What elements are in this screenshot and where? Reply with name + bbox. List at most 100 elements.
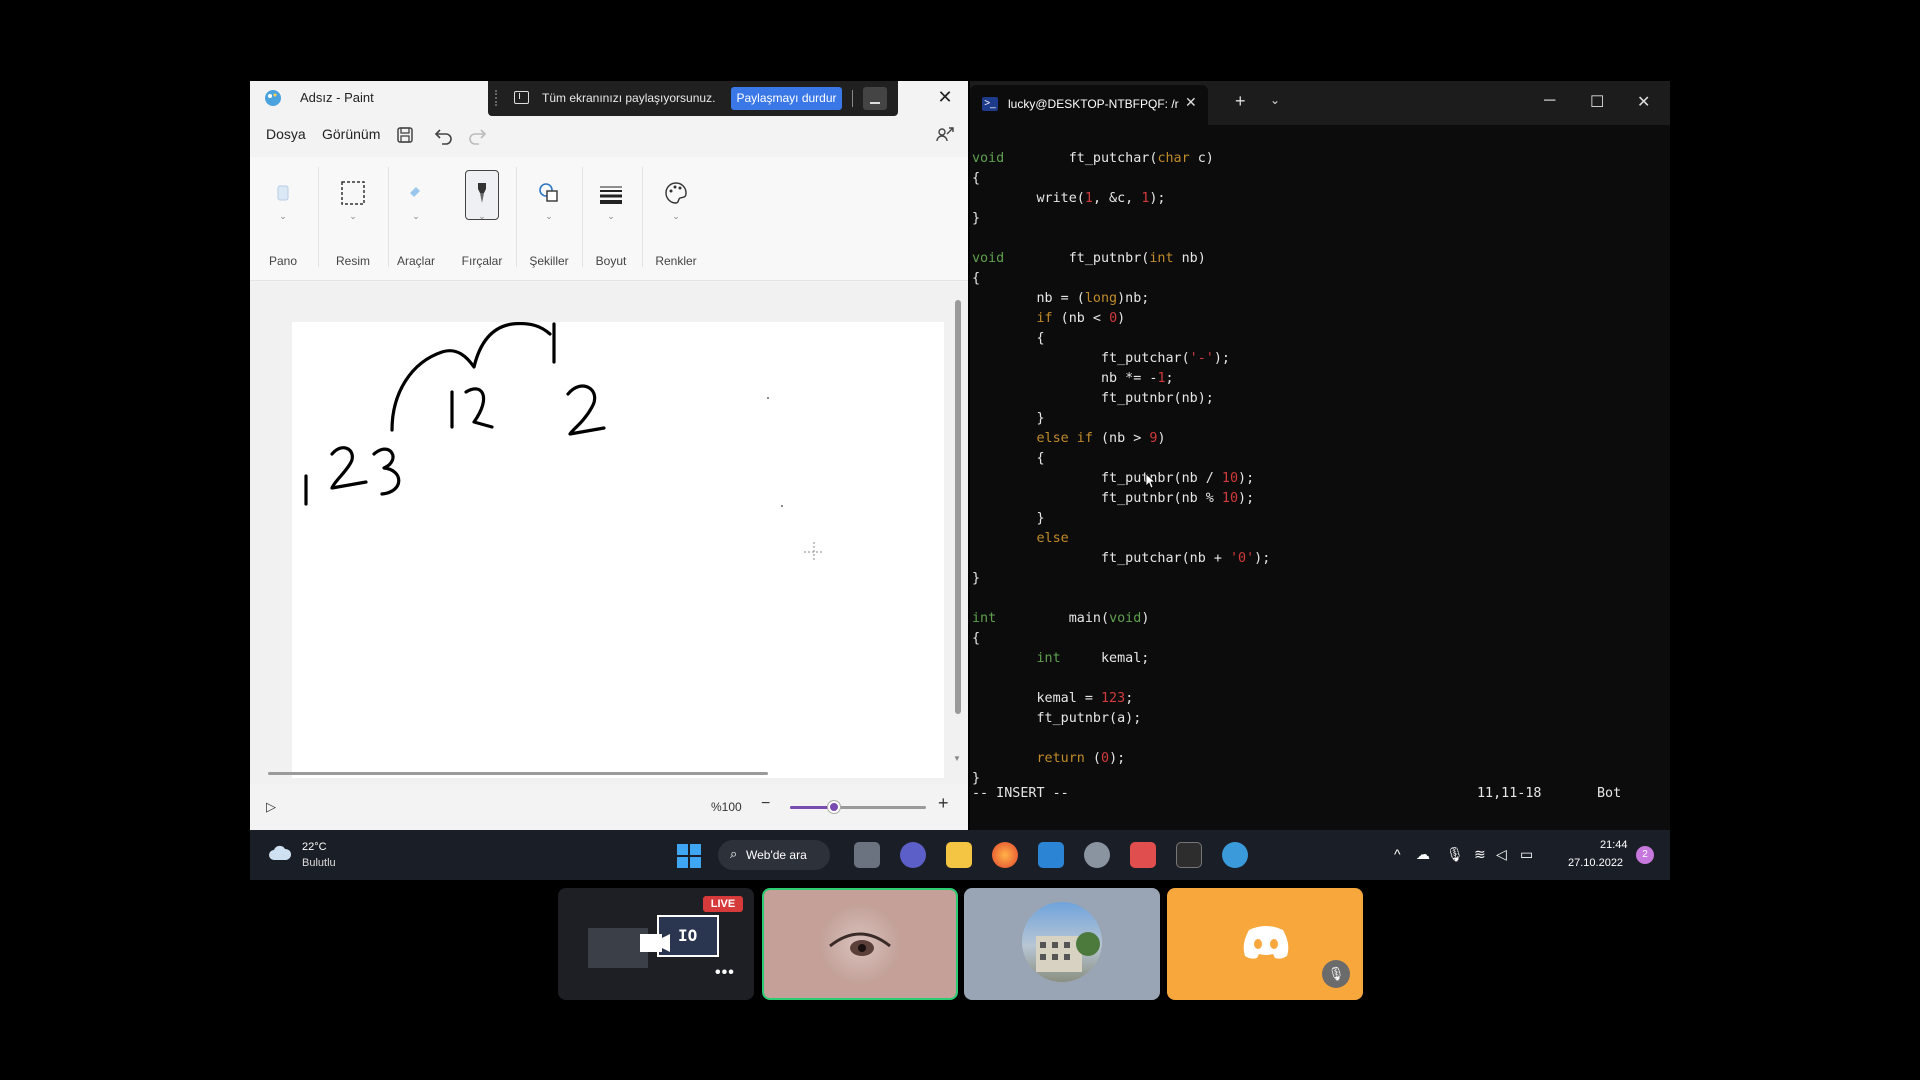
ribbon-image[interactable]: ⌄ Resim [323, 157, 383, 281]
zoom-slider[interactable] [790, 801, 926, 813]
code-token: ) [1141, 611, 1150, 626]
ribbon-brushes[interactable]: ⌄ Fırçalar [452, 157, 512, 281]
code-token: kemal = [972, 691, 1101, 706]
settings-icon[interactable] [1084, 842, 1110, 868]
paint-taskbar-icon[interactable] [1222, 842, 1248, 868]
close-button[interactable]: ✕ [1637, 92, 1650, 112]
undo-icon[interactable] [433, 124, 455, 146]
zoom-level[interactable]: %100 [711, 800, 742, 814]
code-token: long [1084, 291, 1118, 306]
maximize-button[interactable]: ☐ [1590, 92, 1604, 112]
code-token: '0' [1229, 551, 1255, 566]
microphone-icon[interactable]: 🎙 [1446, 846, 1464, 863]
clock-time[interactable]: 21:44 [1600, 839, 1628, 851]
paint-statusbar: ▷ %100 − + [250, 784, 968, 830]
start-button[interactable] [677, 844, 701, 868]
ribbon-label: Şekiller [529, 254, 569, 268]
file-explorer-icon[interactable] [946, 842, 972, 868]
store-icon[interactable] [1038, 842, 1064, 868]
terminal-tab[interactable]: >_ lucky@DESKTOP-NTBFPQF: /r ✕ [970, 85, 1208, 125]
code-token: ; [1165, 371, 1174, 386]
snipping-tool-icon[interactable] [1130, 842, 1156, 868]
code-token: ) [1117, 311, 1126, 326]
menu-file[interactable]: Dosya [266, 126, 306, 142]
zoom-slider-thumb[interactable] [827, 801, 840, 813]
speaker-muted-icon[interactable]: ◁ [1496, 846, 1507, 863]
terminal-tabbar: >_ lucky@DESKTOP-NTBFPQF: /r ✕ + ⌄ ─ ☐ ✕ [970, 81, 1670, 125]
ribbon-clipboard[interactable]: ⌄ Pano [253, 157, 313, 281]
drag-grip-icon[interactable] [495, 90, 498, 106]
redo-icon[interactable] [466, 124, 488, 146]
tab-close-icon[interactable]: ✕ [1185, 94, 1197, 111]
scroll-position: Bot [1597, 786, 1622, 801]
code-token: 10 [1221, 471, 1239, 486]
paint-window: Adsız - Paint ✕ Tüm ekranınızı paylaşıyo… [250, 81, 968, 830]
more-options-icon[interactable]: ••• [715, 964, 735, 982]
share-icon[interactable] [934, 124, 956, 146]
chevron-up-icon[interactable]: ^ [1394, 846, 1401, 862]
avatar [1022, 902, 1102, 982]
code-token: ft_putchar(nb + [972, 551, 1230, 566]
battery-icon[interactable]: ▭ [1520, 846, 1533, 863]
code-token: else [1036, 531, 1069, 546]
paint-close-button[interactable]: ✕ [933, 85, 957, 109]
code-line: { [972, 169, 1662, 189]
scroll-down-icon[interactable]: ▼ [953, 754, 961, 763]
notification-badge[interactable]: 2 [1636, 846, 1654, 864]
code-line: } [972, 409, 1662, 429]
code-editor[interactable]: void ft_putchar(char c){ write(1, &c, 1)… [972, 149, 1662, 789]
wifi-icon[interactable]: ≋ [1474, 846, 1486, 863]
task-view-icon[interactable] [854, 842, 880, 868]
ribbon-size[interactable]: ⌄ Boyut [581, 157, 641, 281]
firefox-icon[interactable] [992, 842, 1018, 868]
code-token: ft_putchar( [972, 351, 1190, 366]
canvas-area: ▼ [250, 282, 968, 784]
zoom-in-button[interactable]: + [938, 793, 949, 814]
clock-date[interactable]: 27.10.2022 [1568, 857, 1623, 869]
code-line: } [972, 209, 1662, 229]
horizontal-scrollbar[interactable] [268, 772, 768, 775]
drawing-canvas[interactable] [292, 321, 944, 778]
menu-view[interactable]: Görünüm [322, 126, 380, 142]
ribbon-shapes[interactable]: ⌄ Şekiller [519, 157, 579, 281]
ribbon-colors[interactable]: ⌄ Renkler [646, 157, 706, 281]
tools-icon [410, 187, 420, 197]
stream-tile[interactable]: IO LIVE ••• [558, 888, 754, 1000]
save-icon[interactable] [394, 124, 416, 146]
code-line: int kemal; [972, 649, 1662, 669]
onedrive-icon[interactable]: ☁ [1416, 846, 1430, 863]
eye-image [829, 932, 891, 956]
weather-condition[interactable]: Bulutlu [302, 857, 336, 869]
chevron-down-icon[interactable]: ⌄ [1270, 93, 1280, 107]
code-token: (nb < [1052, 311, 1110, 326]
stop-sharing-button[interactable]: Paylaşmayı durdur [731, 87, 842, 110]
ribbon-tools[interactable]: ⌄ Araçlar [386, 157, 446, 281]
weather-temperature[interactable]: 22°C [302, 841, 327, 853]
chevron-down-icon: ⌄ [545, 211, 553, 221]
discord-icon [1243, 926, 1289, 959]
ribbon-label: Resim [335, 254, 370, 268]
taskbar-search[interactable]: ⌕ Web'de ara [718, 840, 830, 870]
code-token: ft_putnbr(a); [972, 711, 1142, 726]
taskbar: 22°C Bulutlu ⌕ Web'de ara ^ ☁ 🎙 ≋ ◁ ▭ 21… [250, 830, 1670, 880]
select-icon [341, 181, 365, 205]
cloud-icon[interactable] [268, 845, 292, 861]
share-bar-minimize-button[interactable] [863, 87, 887, 110]
vertical-scrollbar[interactable] [955, 300, 961, 714]
participant-tile[interactable] [762, 888, 958, 1000]
minimize-button[interactable]: ─ [1544, 92, 1555, 110]
new-tab-button[interactable]: + [1235, 91, 1246, 112]
code-token: write( [972, 191, 1085, 206]
paint-title: Adsız - Paint [300, 90, 374, 105]
terminal-tab-title: lucky@DESKTOP-NTBFPQF: /r [1008, 97, 1179, 111]
vim-mode: -- INSERT -- [972, 786, 1069, 801]
code-line: ft_putnbr(nb); [972, 389, 1662, 409]
chat-icon[interactable] [900, 842, 926, 868]
zoom-out-button[interactable]: − [761, 795, 770, 813]
brush-icon [478, 183, 486, 203]
participant-tile[interactable] [964, 888, 1160, 1000]
participant-tile[interactable]: 🎙 [1167, 888, 1363, 1000]
terminal-icon[interactable] [1176, 842, 1202, 868]
